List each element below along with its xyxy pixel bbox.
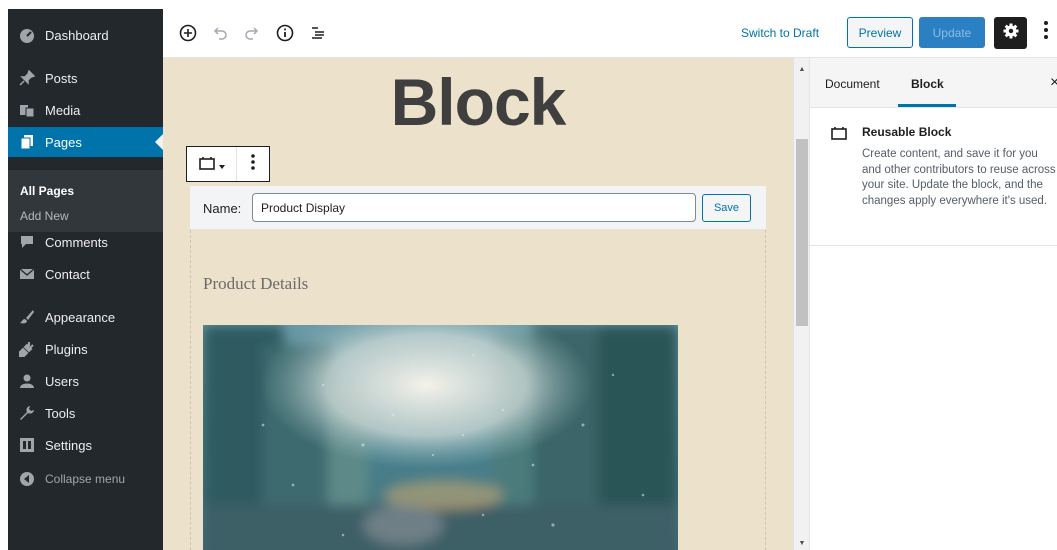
switch-to-draft-link[interactable]: Switch to Draft bbox=[741, 26, 819, 40]
update-button[interactable]: Update bbox=[919, 17, 985, 48]
sidebar-item-label: Appearance bbox=[45, 309, 116, 325]
add-block-icon[interactable] bbox=[177, 22, 199, 44]
reusable-name-input[interactable] bbox=[252, 193, 696, 222]
sidebar-item-dashboard[interactable]: Dashboard bbox=[8, 20, 163, 50]
reusable-block-edit-panel: Name: Save bbox=[190, 186, 766, 230]
gear-icon bbox=[1002, 22, 1020, 45]
sidebar-item-media[interactable]: Media bbox=[8, 95, 163, 125]
sidebar-item-plugins[interactable]: Plugins bbox=[8, 334, 163, 364]
pages-icon bbox=[17, 132, 37, 152]
settings-tabs: Document Block × bbox=[810, 58, 1057, 108]
sidebar-item-label: Posts bbox=[45, 70, 78, 86]
collapse-menu-button[interactable]: Collapse menu bbox=[8, 464, 163, 494]
comments-icon bbox=[17, 232, 37, 252]
chevron-down-icon bbox=[218, 156, 225, 172]
sidebar-item-pages[interactable]: Pages bbox=[8, 127, 163, 157]
sidebar-item-appearance[interactable]: Appearance bbox=[8, 302, 163, 332]
pin-icon bbox=[17, 68, 37, 88]
undo-icon[interactable] bbox=[209, 22, 231, 44]
sidebar-item-label: Tools bbox=[45, 405, 76, 421]
save-button[interactable]: Save bbox=[702, 194, 751, 222]
active-tab-indicator bbox=[898, 104, 956, 107]
dashboard-icon bbox=[17, 25, 37, 45]
plugin-icon bbox=[17, 339, 37, 359]
tab-document[interactable]: Document bbox=[825, 77, 880, 91]
more-options-button[interactable] bbox=[1039, 21, 1053, 45]
sidebar-item-label: Users bbox=[45, 373, 79, 389]
block-type-switcher[interactable] bbox=[187, 147, 237, 181]
preview-button[interactable]: Preview bbox=[847, 17, 913, 48]
product-image[interactable] bbox=[203, 325, 678, 550]
product-heading[interactable]: Product Details bbox=[203, 274, 308, 294]
submenu-all-pages[interactable]: All Pages bbox=[20, 184, 74, 198]
block-more-options-button[interactable] bbox=[237, 147, 269, 181]
mail-icon bbox=[17, 264, 37, 284]
more-vertical-icon bbox=[1043, 20, 1049, 46]
sidebar-item-comments[interactable]: Comments bbox=[8, 227, 163, 257]
admin-sidebar: Dashboard Posts Media Pages All Pages Ad… bbox=[8, 9, 163, 550]
settings-sidebar: Document Block × Reusable Block Create c… bbox=[809, 58, 1057, 550]
block-card-description: Create content, and save it for you and … bbox=[862, 148, 1056, 207]
sidebar-item-label: Contact bbox=[45, 266, 90, 282]
sidebar-item-contact[interactable]: Contact bbox=[8, 259, 163, 289]
sidebar-item-label: Pages bbox=[45, 134, 82, 150]
editor-toolbar: Switch to Draft Preview Update bbox=[163, 9, 1057, 58]
page-title[interactable]: Block bbox=[163, 64, 793, 140]
sidebar-item-posts[interactable]: Posts bbox=[8, 63, 163, 93]
sidebar-item-users[interactable]: Users bbox=[8, 366, 163, 396]
scroll-up-arrow-icon[interactable]: ▲ bbox=[794, 62, 810, 76]
more-vertical-icon bbox=[250, 153, 256, 176]
sidebar-item-label: Dashboard bbox=[45, 27, 109, 43]
city-rain-photo bbox=[203, 325, 678, 550]
media-icon bbox=[17, 100, 37, 120]
tab-block[interactable]: Block bbox=[911, 77, 944, 91]
wrench-icon bbox=[17, 403, 37, 423]
submenu-add-new[interactable]: Add New bbox=[20, 209, 69, 223]
collapse-icon bbox=[17, 469, 37, 489]
sidebar-item-settings[interactable]: Settings bbox=[8, 430, 163, 460]
block-card: Reusable Block Create content, and save … bbox=[810, 108, 1057, 246]
sidebar-item-tools[interactable]: Tools bbox=[8, 398, 163, 428]
users-icon bbox=[17, 371, 37, 391]
outline-icon[interactable] bbox=[307, 22, 329, 44]
sidebar-item-label: Media bbox=[45, 102, 81, 118]
sidebar-item-label: Comments bbox=[45, 234, 108, 250]
editor-canvas: Block Name: Save Product Details bbox=[163, 58, 793, 550]
sidebar-item-label: Settings bbox=[45, 437, 92, 453]
settings-icon bbox=[17, 435, 37, 455]
info-icon[interactable] bbox=[274, 22, 296, 44]
settings-toggle-button[interactable] bbox=[994, 17, 1027, 49]
block-toolbar bbox=[186, 146, 270, 182]
brush-icon bbox=[17, 307, 37, 327]
reusable-block-icon bbox=[830, 126, 848, 143]
scroll-down-arrow-icon[interactable]: ▼ bbox=[794, 536, 810, 550]
editor-scrollbar[interactable]: ▲ ▼ bbox=[793, 58, 809, 550]
collapse-menu-label: Collapse menu bbox=[45, 472, 126, 486]
block-card-title: Reusable Block bbox=[862, 125, 952, 139]
reusable-block-icon bbox=[198, 156, 219, 173]
pages-submenu: All Pages Add New bbox=[8, 170, 163, 232]
redo-icon[interactable] bbox=[241, 22, 263, 44]
scrollbar-thumb[interactable] bbox=[796, 139, 808, 326]
close-icon[interactable]: × bbox=[1050, 74, 1057, 92]
name-label: Name: bbox=[203, 201, 242, 216]
sidebar-item-label: Plugins bbox=[45, 341, 88, 357]
